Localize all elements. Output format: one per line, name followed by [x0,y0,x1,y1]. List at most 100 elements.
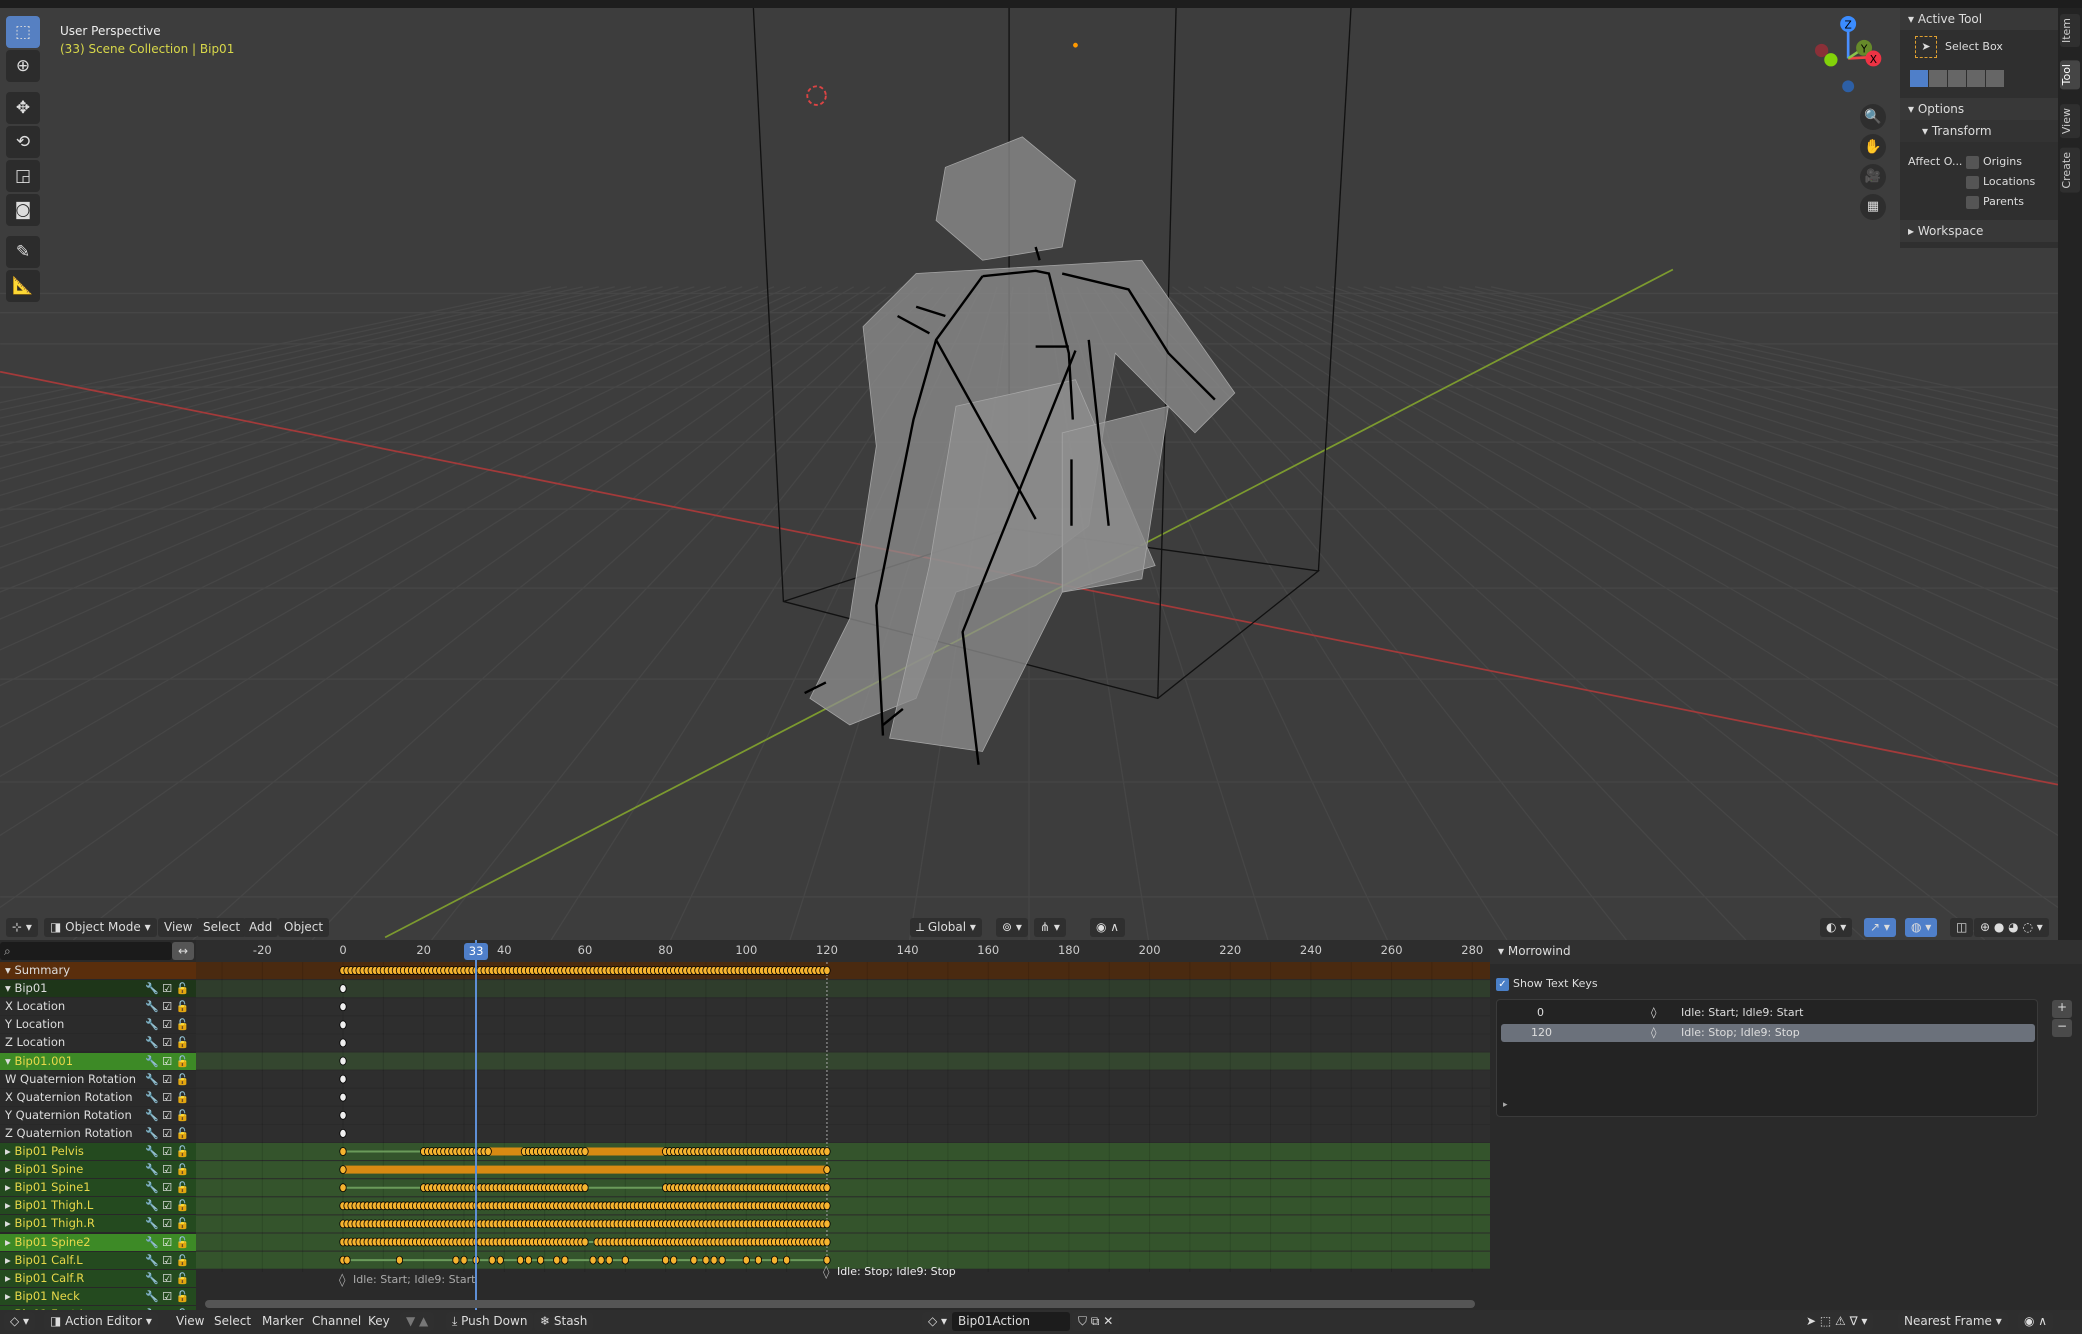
measure-tool[interactable]: 📐 [6,270,40,302]
proportional-toggle[interactable]: ◉ ∧ [2018,1312,2054,1331]
parents-checkbox[interactable]: Parents [1966,195,2024,209]
channel-toggle-icons[interactable]: 🔧 ☑ 🔓 [145,1161,189,1178]
menu-view[interactable]: View [158,918,199,937]
mode-subtract-icon[interactable] [1948,70,1966,87]
menu-add[interactable]: Add [243,918,279,937]
editor-type-button[interactable]: ⊹ ▾ [6,918,38,937]
camera-icon[interactable]: 🎥 [1860,164,1886,190]
mode-intersect-icon[interactable] [1986,70,2004,87]
menu-select[interactable]: Select [197,918,247,937]
channel-toggle-icons[interactable]: 🔧 ☑ 🔓 [145,1252,189,1269]
horizontal-scrollbar[interactable] [205,1300,1475,1308]
mode-extend-icon[interactable] [1929,70,1947,87]
3d-viewport[interactable]: Z Y X ⬚ ⊕ ✥ ⟲ ◲ ◙ ✎ 📐 User Perspective (… [0,8,2058,940]
channel-row[interactable]: ▸ Bip01 Calf.L 🔧 ☑ 🔓 [0,1251,196,1269]
menu-channel[interactable]: Channel [306,1312,367,1331]
annotate-tool[interactable]: ✎ [6,236,40,268]
channel-row[interactable]: ▾ Bip01 🔧 ☑ 🔓 [0,980,196,998]
morrowind-header[interactable]: ▾ Morrowind [1490,940,2082,964]
transform-tool[interactable]: ◙ [6,194,40,226]
channel-row[interactable]: ▸ Bip01 Spine2 🔧 ☑ 🔓 [0,1233,196,1251]
channel-toggle-icons[interactable]: 🔧 ☑ 🔓 [145,1107,189,1124]
locations-checkbox[interactable]: Locations [1966,175,2035,189]
channel-row[interactable]: ▾ Bip01.001 🔧 ☑ 🔓 [0,1052,196,1070]
channel-row[interactable]: X Quaternion Rotation 🔧 ☑ 🔓 [0,1088,196,1106]
playhead[interactable] [475,940,478,1310]
channel-toggle-icons[interactable]: 🔧 ☑ 🔓 [145,1034,189,1051]
channel-row[interactable]: Z Quaternion Rotation 🔧 ☑ 🔓 [0,1124,196,1142]
layer-updown-buttons[interactable]: ▼ ▲ [400,1312,435,1331]
channel-row[interactable]: ▸ Bip01 Neck 🔧 ☑ 🔓 [0,1287,196,1305]
channel-row[interactable]: Y Quaternion Rotation 🔧 ☑ 🔓 [0,1106,196,1124]
pivot-dropdown[interactable]: ⊚ ▾ [996,918,1028,937]
gizmo-toggle[interactable]: ↗ ▾ [1864,918,1896,937]
select-box-tool[interactable]: ⬚ [6,16,40,48]
zoom-view-icon[interactable]: 🔍 [1860,104,1886,130]
tab-tool[interactable]: Tool [2060,60,2080,90]
channel-toggle-icons[interactable]: 🔧 ☑ 🔓 [145,1234,189,1251]
channel-row[interactable]: X Location 🔧 ☑ 🔓 [0,998,196,1016]
channel-toggle-icons[interactable]: 🔧 ☑ 🔓 [145,1288,189,1305]
keyframe-area[interactable]: ◊ Idle: Start; Idle9: Start ◊ Idle: Stop; I… [196,962,1490,1310]
remove-text-key-button[interactable]: − [2052,1019,2072,1037]
action-browse-button[interactable]: ◇ ▾ [922,1312,954,1331]
stash-button[interactable]: ❄ Stash [534,1312,594,1331]
menu-key[interactable]: Key [362,1312,396,1331]
move-tool[interactable]: ✥ [6,92,40,124]
channel-search-input[interactable]: ⌕ [0,942,172,960]
selection-mode-buttons[interactable] [1910,70,2004,87]
overlay-toggle[interactable]: ◍ ▾ [1905,918,1938,937]
action-name-field[interactable]: Bip01Action [952,1312,1070,1331]
mode-set-icon[interactable] [1910,70,1928,87]
channel-toggle-icons[interactable]: 🔧 ☑ 🔓 [145,1125,189,1142]
visibility-dropdown[interactable]: ◐ ▾ [1820,918,1853,937]
mode-dropdown[interactable]: ◨ Object Mode ▾ [44,918,157,937]
menu-view[interactable]: View [170,1312,210,1331]
tab-view[interactable]: View [2060,104,2080,139]
channel-row[interactable]: ▸ Bip01 Pelvis 🔧 ☑ 🔓 [0,1143,196,1160]
transform-subheader[interactable]: ▾ Transform [1900,120,2058,142]
xray-toggle[interactable]: ◫ [1950,918,1974,937]
text-key-row-selected[interactable]: 120 ◊ Idle: Stop; Idle9: Stop [1501,1024,2035,1042]
current-frame-indicator[interactable]: 33 [464,943,489,960]
channel-row[interactable]: Z Location 🔧 ☑ 🔓 [0,1034,196,1052]
menu-object[interactable]: Object [278,918,330,937]
frame-ruler[interactable]: -20 0 20 40 60 80 100 120 140 160 180 200 220 240 260 2… [196,940,1490,962]
expand-icon[interactable]: ▸ [1503,1100,1508,1110]
channel-row[interactable]: ▸ Bip01 Thigh.R 🔧 ☑ 🔓 [0,1215,196,1233]
cursor-tool[interactable]: ⊕ [6,50,40,82]
show-text-keys-checkbox[interactable]: ✓ Show Text Keys [1496,977,1598,991]
menu-select[interactable]: Select [208,1312,257,1331]
add-text-key-button[interactable]: + [2052,1000,2072,1018]
channel-row[interactable]: ▸ Bip01 Calf.R 🔧 ☑ 🔓 [0,1269,196,1287]
menu-marker[interactable]: Marker [256,1312,309,1331]
snap-mode-dropdown[interactable]: Nearest Frame ▾ [1898,1312,2008,1331]
text-key-row[interactable]: 0 ◊ Idle: Start; Idle9: Start [1501,1004,2035,1022]
active-tool-header[interactable]: ▾ Active Tool [1900,8,2058,30]
filter-buttons[interactable]: ➤ ⬚ ⚠ ∇ ▾ [1800,1312,1874,1331]
tab-item[interactable]: Item [2060,14,2080,48]
channel-toggle-icons[interactable]: 🔧 ☑ 🔓 [145,980,189,997]
shading-buttons[interactable]: ⊕ ● ◕ ◌ ▾ [1974,918,2049,937]
channel-toggle-icons[interactable]: 🔧 ☑ 🔓 [145,1197,189,1214]
rotate-tool[interactable]: ⟲ [6,126,40,158]
channel-toggle-icons[interactable]: 🔧 ☑ 🔓 [145,1016,189,1033]
action-buttons[interactable]: ⛉ ⧉ ✕ [1072,1312,1120,1331]
channel-toggle-icons[interactable]: 🔧 ☑ 🔓 [145,1143,189,1160]
editor-mode-dropdown[interactable]: ◨ Action Editor ▾ [44,1312,158,1331]
channel-toggle-icons[interactable]: 🔧 ☑ 🔓 [145,1071,189,1088]
channel-toggle-icons[interactable]: 🔧 ☑ 🔓 [145,1053,189,1070]
mode-invert-icon[interactable] [1967,70,1985,87]
text-keys-list[interactable]: 0 ◊ Idle: Start; Idle9: Start 120 ◊ Idle… [1496,999,2038,1117]
workspace-header[interactable]: ▸ Workspace [1900,220,2058,242]
editor-type-button[interactable]: ◇ ▾ [4,1312,36,1331]
tab-create[interactable]: Create [2060,148,2080,193]
swap-filter-button[interactable]: ↔ [172,942,194,960]
channel-row[interactable]: ▸ Bip01 Spine 🔧 ☑ 🔓 [0,1161,196,1179]
channel-row[interactable]: ▸ Bip01 Thigh.L 🔧 ☑ 🔓 [0,1197,196,1215]
pan-hand-icon[interactable]: ✋ [1860,134,1886,160]
scale-tool[interactable]: ◲ [6,160,40,192]
dope-sheet[interactable]: ⌕ ↔ ▾ Summary ▾ Bip01 🔧 ☑ 🔓 X Location 🔧 ☑ 🔓… [0,940,1490,1310]
channel-row[interactable]: W Quaternion Rotation 🔧 ☑ 🔓 [0,1070,196,1088]
channel-toggle-icons[interactable]: 🔧 ☑ 🔓 [145,1089,189,1106]
